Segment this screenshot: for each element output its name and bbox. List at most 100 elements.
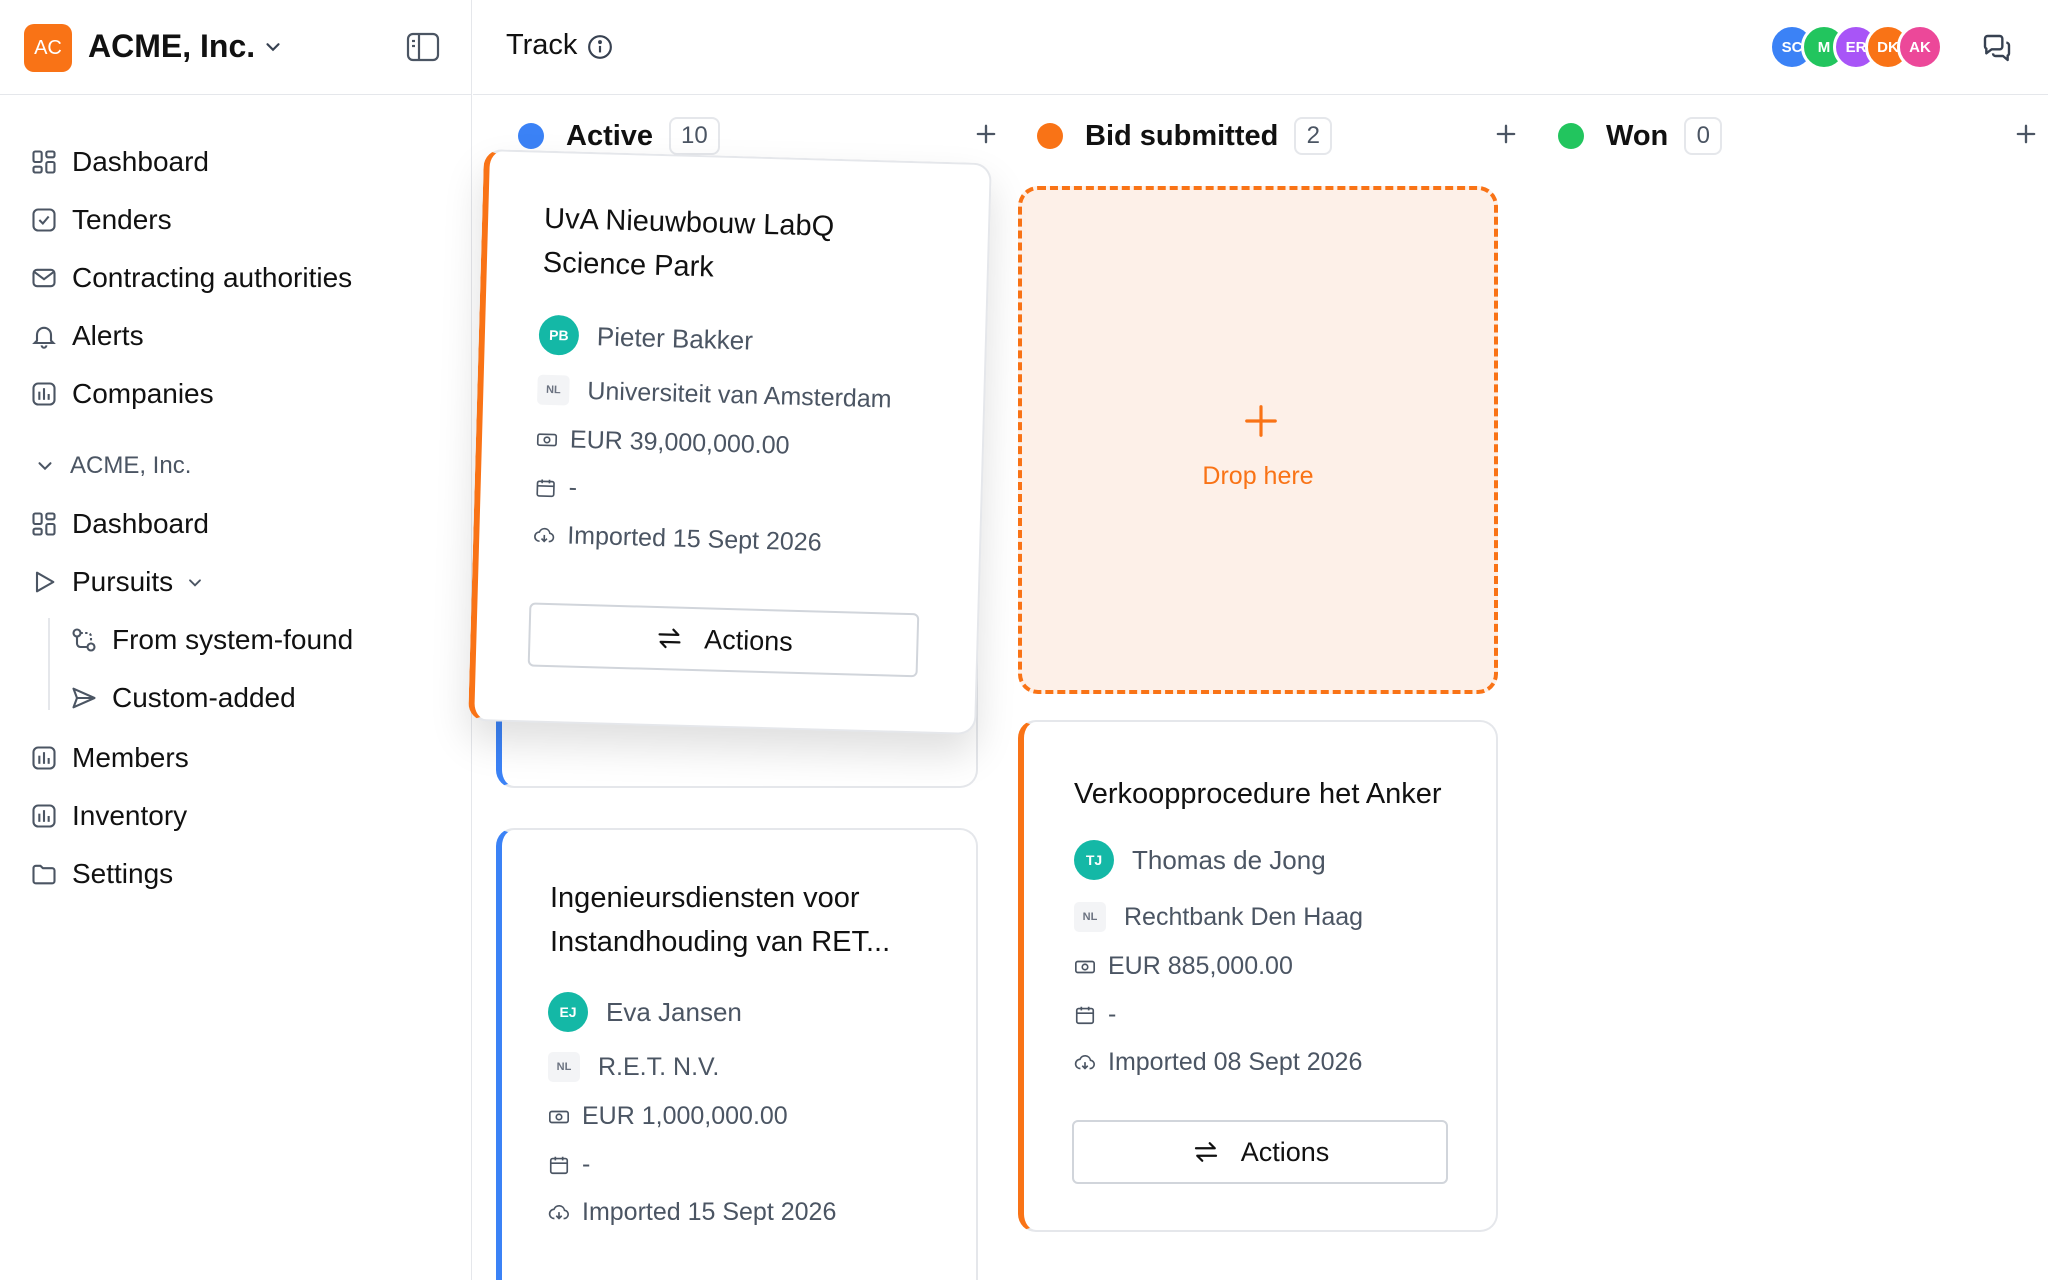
nav-label: Dashboard	[72, 508, 209, 539]
nav-pursuits[interactable]: Pursuits	[30, 560, 205, 604]
nav-members[interactable]: Members	[30, 736, 189, 780]
country-badge: NL	[1074, 902, 1106, 932]
dragged-pursuit-card[interactable]: UvA Nieuwbouw LabQ Science Park PB Piete…	[468, 149, 992, 735]
nav-label: Contracting authorities	[72, 262, 353, 293]
imported-text: Imported 15 Sept 2026	[582, 1198, 837, 1226]
card-owner: EJ Eva Jansen	[548, 992, 742, 1032]
nav-settings[interactable]: Settings	[30, 852, 173, 896]
card-title: UvA Nieuwbouw LabQ Science Park	[542, 202, 835, 284]
nav-label: Members	[72, 742, 189, 773]
card-value: EUR 885,000.00	[1074, 952, 1293, 981]
mail-icon	[32, 268, 56, 288]
nav-label: Tenders	[72, 204, 172, 235]
org-name[interactable]: ACME, Inc.	[88, 28, 255, 65]
card-title: Ingenieursdiensten voor Instandhouding v…	[550, 882, 891, 958]
authority-name: Rechtbank Den Haag	[1124, 902, 1364, 931]
owner-name: Eva Jansen	[606, 996, 742, 1027]
card-owner: TJ Thomas de Jong	[1074, 840, 1326, 880]
nav-label: Dashboard	[72, 146, 209, 177]
card-imported: Imported 15 Sept 2026	[533, 521, 822, 558]
chart-box-icon	[32, 746, 56, 770]
actions-button[interactable]: Actions	[1072, 1120, 1448, 1184]
pursuit-card[interactable]: Verkoopprocedure het Anker TJ Thomas de …	[1018, 720, 1498, 1232]
grid-icon	[32, 512, 56, 536]
page-title: Track	[506, 29, 578, 61]
status-dot	[1558, 123, 1584, 149]
authority-name: R.E.T. N.V.	[598, 1052, 720, 1081]
add-card-icon[interactable]	[2012, 120, 2040, 148]
owner-avatar: EJ	[548, 992, 588, 1032]
money-icon	[536, 432, 558, 446]
sidebar-toggle-icon[interactable]	[406, 32, 440, 62]
status-dot	[518, 123, 544, 149]
chat-icon[interactable]	[1981, 32, 2013, 64]
actions-label: Actions	[703, 623, 794, 657]
cloud-download-icon	[534, 527, 555, 543]
country-badge: NL	[536, 374, 570, 406]
column-header-bid-submitted: Bid submitted 2	[1037, 114, 1333, 158]
folder-icon	[32, 864, 56, 885]
nav-inventory[interactable]: Inventory	[30, 794, 187, 838]
nav-label: Pursuits	[72, 566, 174, 597]
avatar[interactable]: AK	[1897, 24, 1943, 70]
deadline-text: -	[568, 473, 578, 502]
swap-icon	[658, 628, 681, 649]
deadline-text: -	[1108, 1000, 1117, 1028]
pursuit-card[interactable]: Ingenieursdiensten voor Instandhouding v…	[496, 828, 978, 1280]
plus-icon	[1245, 405, 1277, 437]
nav-org-dashboard[interactable]: Dashboard	[30, 502, 209, 546]
nav-group-org[interactable]: ACME, Inc.	[34, 452, 191, 480]
actions-button[interactable]: Actions	[527, 602, 920, 678]
add-card-icon[interactable]	[1492, 120, 1520, 148]
card-owner: PB Pieter Bakker	[538, 314, 754, 361]
nav-custom-added[interactable]: Custom-added	[70, 676, 296, 720]
bell-icon	[32, 326, 56, 349]
info-icon[interactable]	[587, 34, 613, 60]
add-card-icon[interactable]	[972, 120, 1000, 148]
routing-icon	[72, 628, 96, 652]
drop-zone-label: Drop here	[1202, 462, 1314, 490]
nav-subtree-line	[48, 618, 50, 710]
send-icon	[72, 687, 96, 709]
nav-tenders[interactable]: Tenders	[30, 198, 172, 242]
nav-group-label: ACME, Inc.	[70, 452, 192, 479]
column-name: Active	[566, 119, 654, 152]
chevron-down-icon[interactable]	[185, 572, 205, 592]
collaborator-avatars[interactable]: SC M ER DK AK	[1769, 24, 1959, 70]
card-title: Verkoopprocedure het Anker	[1074, 778, 1442, 810]
nav-label: Inventory	[72, 800, 188, 831]
card-deadline: -	[534, 473, 577, 503]
org-logo[interactable]: AC	[24, 24, 72, 72]
card-deadline: -	[548, 1150, 590, 1179]
card-deadline: -	[1074, 1000, 1116, 1029]
drop-zone[interactable]: Drop here	[1018, 186, 1498, 694]
nav-contracting-authorities[interactable]: Contracting authorities	[30, 256, 352, 300]
sidebar: AC ACME, Inc. Dashboard Tenders Contract…	[0, 0, 472, 1280]
chevron-down-icon[interactable]	[262, 36, 284, 58]
status-dot	[1037, 123, 1063, 149]
card-authority: NL Rechtbank Den Haag	[1074, 902, 1363, 932]
nav-dashboard[interactable]: Dashboard	[30, 140, 209, 184]
chart-box-icon	[32, 382, 56, 406]
top-bar: Track SC M ER DK AK	[473, 0, 2048, 95]
nav-from-system-found[interactable]: From system-found	[70, 618, 353, 662]
cloud-download-icon	[1074, 1054, 1095, 1070]
play-icon	[35, 571, 55, 593]
nav-alerts[interactable]: Alerts	[30, 314, 144, 358]
money-icon	[549, 1110, 569, 1123]
owner-name: Pieter Bakker	[596, 320, 754, 356]
imported-text: Imported 15 Sept 2026	[566, 521, 822, 557]
nav-label: Alerts	[72, 320, 144, 351]
card-authority: NL R.E.T. N.V.	[548, 1052, 719, 1082]
card-imported: Imported 15 Sept 2026	[548, 1198, 836, 1227]
nav-companies[interactable]: Companies	[30, 372, 214, 416]
actions-label: Actions	[1240, 1136, 1330, 1167]
cloud-download-icon	[548, 1204, 569, 1220]
checkbox-icon	[32, 208, 56, 232]
owner-name: Thomas de Jong	[1132, 844, 1326, 875]
column-header-won: Won 0	[1558, 114, 1723, 158]
column-count-badge: 10	[669, 117, 720, 155]
card-value: EUR 39,000,000.00	[536, 425, 790, 461]
country-badge: NL	[548, 1052, 580, 1082]
authority-name: Universiteit van Amsterdam	[586, 376, 892, 413]
